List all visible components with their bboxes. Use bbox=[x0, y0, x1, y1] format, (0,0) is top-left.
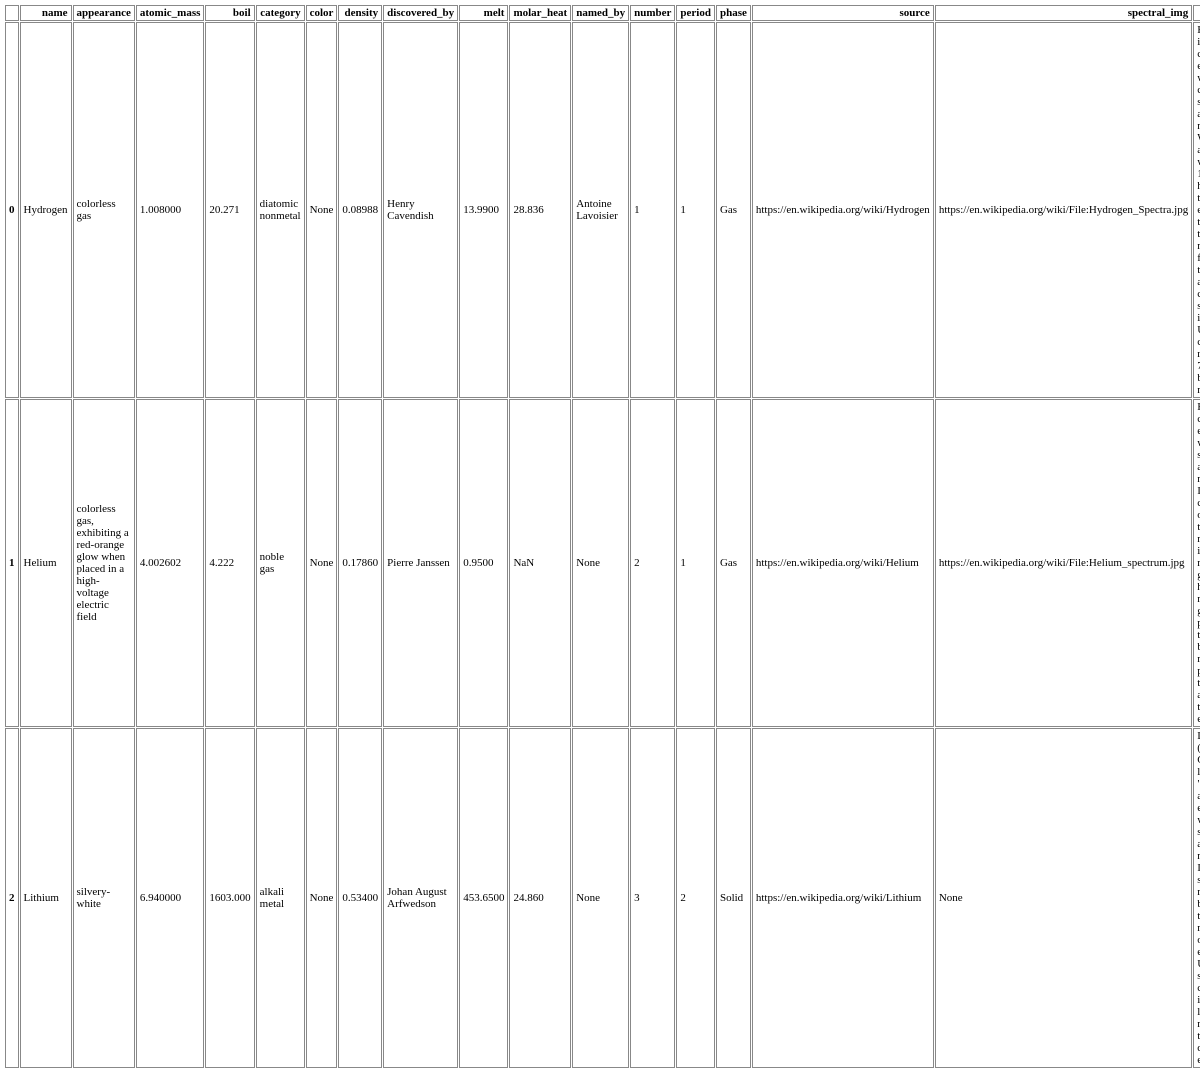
cell-source: https://en.wikipedia.org/wiki/Lithium bbox=[752, 728, 934, 1068]
col-atomic-mass: atomic_mass bbox=[136, 5, 205, 21]
col-boil: boil bbox=[205, 5, 254, 21]
cell-boil: 1603.000 bbox=[205, 728, 254, 1068]
cell-molar-heat: 28.836 bbox=[509, 22, 571, 398]
col-period: period bbox=[676, 5, 715, 21]
cell-molar-heat: NaN bbox=[509, 399, 571, 727]
cell-summary: Lithium (from Greek:λίθος lithos, "stone… bbox=[1193, 728, 1200, 1068]
col-named-by: named_by bbox=[572, 5, 629, 21]
cell-color: None bbox=[306, 728, 338, 1068]
table-row: 0 Hydrogen colorless gas 1.008000 20.271… bbox=[5, 22, 1200, 398]
cell-color: None bbox=[306, 399, 338, 727]
cell-source: https://en.wikipedia.org/wiki/Helium bbox=[752, 399, 934, 727]
cell-atomic-mass: 6.940000 bbox=[136, 728, 205, 1068]
header-row: name appearance atomic_mass boil categor… bbox=[5, 5, 1200, 21]
cell-spectral-img: https://en.wikipedia.org/wiki/File:Hydro… bbox=[935, 22, 1192, 398]
cell-discovered-by: Pierre Janssen bbox=[383, 399, 458, 727]
cell-category: noble gas bbox=[256, 399, 305, 727]
cell-period: 1 bbox=[676, 399, 715, 727]
cell-appearance: colorless gas bbox=[73, 22, 135, 398]
cell-source: https://en.wikipedia.org/wiki/Hydrogen bbox=[752, 22, 934, 398]
elements-table: name appearance atomic_mass boil categor… bbox=[4, 4, 1200, 1069]
table-row: 2 Lithium silvery-white 6.940000 1603.00… bbox=[5, 728, 1200, 1068]
cell-appearance: colorless gas, exhibiting a red-orange g… bbox=[73, 399, 135, 727]
cell-named-by: None bbox=[572, 728, 629, 1068]
cell-summary: Hydrogen is a chemical element with chem… bbox=[1193, 22, 1200, 398]
cell-phase: Gas bbox=[716, 22, 751, 398]
cell-spectral-img: None bbox=[935, 728, 1192, 1068]
col-density: density bbox=[338, 5, 382, 21]
cell-named-by: Antoine Lavoisier bbox=[572, 22, 629, 398]
cell-melt: 453.6500 bbox=[459, 728, 508, 1068]
col-number: number bbox=[630, 5, 675, 21]
col-source: source bbox=[752, 5, 934, 21]
cell-phase: Solid bbox=[716, 728, 751, 1068]
cell-name: Helium bbox=[20, 399, 72, 727]
cell-discovered-by: Henry Cavendish bbox=[383, 22, 458, 398]
col-color: color bbox=[306, 5, 338, 21]
cell-number: 2 bbox=[630, 399, 675, 727]
col-spectral-img: spectral_img bbox=[935, 5, 1192, 21]
cell-density: 0.53400 bbox=[338, 728, 382, 1068]
cell-category: alkali metal bbox=[256, 728, 305, 1068]
cell-boil: 4.222 bbox=[205, 399, 254, 727]
col-category: category bbox=[256, 5, 305, 21]
cell-index: 1 bbox=[5, 399, 19, 727]
cell-melt: 13.9900 bbox=[459, 22, 508, 398]
col-phase: phase bbox=[716, 5, 751, 21]
cell-name: Lithium bbox=[20, 728, 72, 1068]
cell-melt: 0.9500 bbox=[459, 399, 508, 727]
cell-number: 1 bbox=[630, 22, 675, 398]
cell-index: 2 bbox=[5, 728, 19, 1068]
cell-density: 0.08988 bbox=[338, 22, 382, 398]
cell-molar-heat: 24.860 bbox=[509, 728, 571, 1068]
cell-atomic-mass: 4.002602 bbox=[136, 399, 205, 727]
cell-summary: Helium is a chemical element with symbol… bbox=[1193, 399, 1200, 727]
cell-density: 0.17860 bbox=[338, 399, 382, 727]
cell-number: 3 bbox=[630, 728, 675, 1068]
col-name: name bbox=[20, 5, 72, 21]
col-molar-heat: molar_heat bbox=[509, 5, 571, 21]
col-melt: melt bbox=[459, 5, 508, 21]
cell-atomic-mass: 1.008000 bbox=[136, 22, 205, 398]
cell-period: 2 bbox=[676, 728, 715, 1068]
cell-color: None bbox=[306, 22, 338, 398]
cell-discovered-by: Johan August Arfwedson bbox=[383, 728, 458, 1068]
cell-name: Hydrogen bbox=[20, 22, 72, 398]
cell-appearance: silvery-white bbox=[73, 728, 135, 1068]
cell-phase: Gas bbox=[716, 399, 751, 727]
cell-category: diatomic nonmetal bbox=[256, 22, 305, 398]
col-summary: summary bbox=[1193, 5, 1200, 21]
cell-spectral-img: https://en.wikipedia.org/wiki/File:Heliu… bbox=[935, 399, 1192, 727]
col-index bbox=[5, 5, 19, 21]
col-appearance: appearance bbox=[73, 5, 135, 21]
col-discovered-by: discovered_by bbox=[383, 5, 458, 21]
cell-period: 1 bbox=[676, 22, 715, 398]
cell-named-by: None bbox=[572, 399, 629, 727]
cell-index: 0 bbox=[5, 22, 19, 398]
table-row: 1 Helium colorless gas, exhibiting a red… bbox=[5, 399, 1200, 727]
cell-boil: 20.271 bbox=[205, 22, 254, 398]
